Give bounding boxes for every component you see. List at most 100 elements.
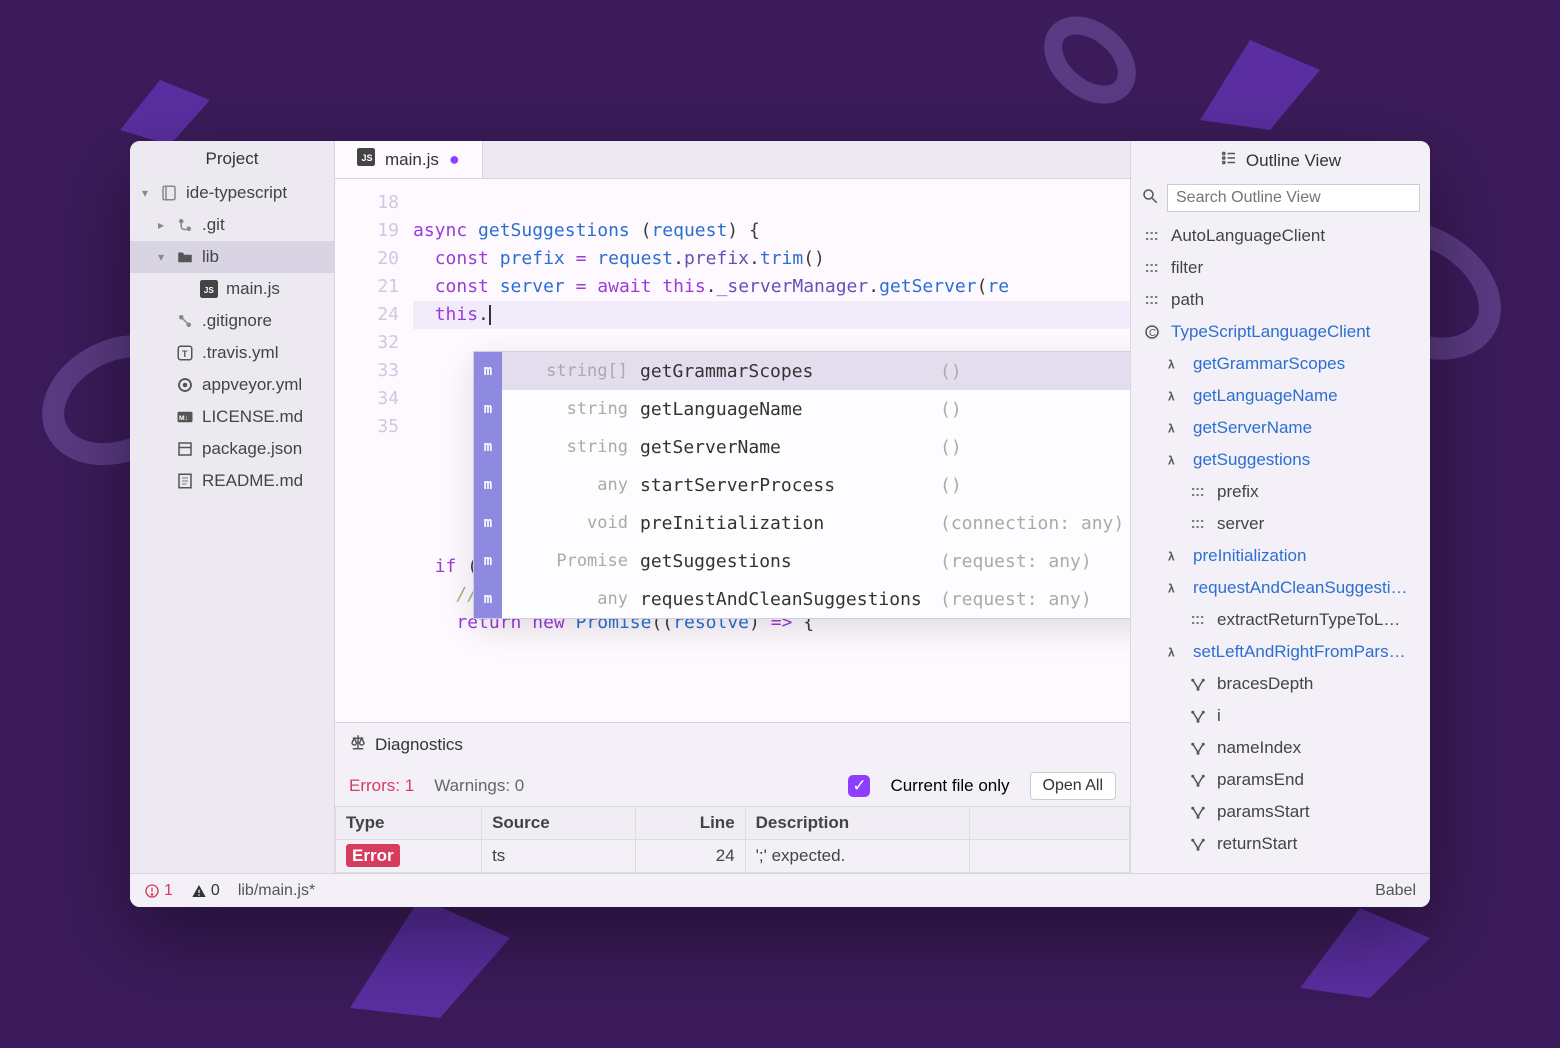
- chevron-down-icon: ▾: [154, 250, 168, 264]
- diagnostics-title: Diagnostics: [375, 735, 463, 755]
- method-icon: m: [474, 466, 502, 504]
- errors-count[interactable]: Errors: 1: [349, 776, 414, 796]
- outline-search-input[interactable]: [1167, 184, 1420, 212]
- tree-item-label: package.json: [202, 439, 302, 459]
- svg-text:JS: JS: [362, 153, 373, 163]
- warnings-count[interactable]: Warnings: 0: [434, 776, 524, 796]
- current-file-checkbox[interactable]: ✓: [848, 775, 870, 797]
- var-icon: [1187, 675, 1209, 693]
- svg-text:λ: λ: [1168, 454, 1175, 468]
- tree-item[interactable]: ▾ lib: [130, 241, 334, 273]
- outline-item-label: filter: [1171, 258, 1203, 278]
- autocomplete-item[interactable]: m Promise getSuggestions (request: any): [474, 542, 1130, 580]
- tree-item-label: lib: [202, 247, 219, 267]
- outline-item[interactable]: λrequestAndCleanSuggesti…: [1137, 572, 1424, 604]
- outline-item-label: i: [1217, 706, 1221, 726]
- tab-main-js[interactable]: JS main.js ●: [335, 141, 483, 178]
- svg-text:C: C: [1149, 328, 1156, 339]
- autocomplete-item[interactable]: m void preInitialization (connection: an…: [474, 504, 1130, 542]
- search-icon[interactable]: [1141, 187, 1159, 210]
- outline-item[interactable]: paramsEnd: [1137, 764, 1424, 796]
- outline-item[interactable]: CTypeScriptLanguageClient: [1137, 316, 1424, 348]
- outline-item[interactable]: prefix: [1137, 476, 1424, 508]
- method-icon: λ: [1163, 355, 1185, 373]
- sidebar-title: Project: [130, 141, 334, 177]
- tree-item-label: LICENSE.md: [202, 407, 303, 427]
- var-icon: [1187, 835, 1209, 853]
- svg-text:λ: λ: [1168, 422, 1175, 436]
- appveyor-icon: [174, 376, 196, 394]
- tab-label: main.js: [385, 150, 439, 170]
- tree-item[interactable]: ▸.git: [130, 209, 334, 241]
- const-icon: [1141, 259, 1163, 277]
- method-icon: λ: [1163, 419, 1185, 437]
- diagnostics-panel: Diagnostics Errors: 1 Warnings: 0 ✓ Curr…: [335, 722, 1130, 873]
- project-sidebar: Project ▾ide-typescript▸.git ▾ lib JSmain.j…: [130, 141, 335, 873]
- autocomplete-item[interactable]: m any requestAndCleanSuggestions (reques…: [474, 580, 1130, 618]
- outline-item[interactable]: returnStart: [1137, 828, 1424, 860]
- tree-item-label: .git: [202, 215, 225, 235]
- outline-item[interactable]: λ getServerName: [1137, 412, 1424, 444]
- col-description[interactable]: Description: [745, 807, 969, 840]
- list-icon: [1220, 149, 1238, 172]
- autocomplete-item[interactable]: m string getServerName (): [474, 428, 1130, 466]
- outline-item-label: nameIndex: [1217, 738, 1301, 758]
- status-grammar[interactable]: Babel: [1375, 882, 1416, 900]
- diagnostic-row[interactable]: Error ts 24 ';' expected.: [336, 840, 1130, 873]
- outline-item[interactable]: extractReturnTypeToL…: [1137, 604, 1424, 636]
- tree-item[interactable]: .gitignore: [130, 305, 334, 337]
- outline-item[interactable]: λgetGrammarScopes: [1137, 348, 1424, 380]
- const-icon: [1141, 291, 1163, 309]
- svg-text:λ: λ: [1168, 390, 1175, 404]
- autocomplete-item[interactable]: m string[] getGrammarScopes (): [474, 352, 1130, 390]
- outline-item-label: bracesDepth: [1217, 674, 1313, 694]
- tree-item[interactable]: README.md: [130, 465, 334, 497]
- method-icon: m: [474, 504, 502, 542]
- outline-item[interactable]: path: [1137, 284, 1424, 316]
- tab-bar: JS main.js ●: [335, 141, 1130, 179]
- tree-item[interactable]: appveyor.yml: [130, 369, 334, 401]
- outline-item[interactable]: λpreInitialization: [1137, 540, 1424, 572]
- outline-item[interactable]: server: [1137, 508, 1424, 540]
- tree-item[interactable]: M↓LICENSE.md: [130, 401, 334, 433]
- tree-item[interactable]: ▾ide-typescript: [130, 177, 334, 209]
- outline-item[interactable]: i: [1137, 700, 1424, 732]
- outline-item-label: returnStart: [1217, 834, 1297, 854]
- code-editor[interactable]: 181920212432333435 async getSuggestions …: [335, 179, 1130, 722]
- tree-item[interactable]: package.json: [130, 433, 334, 465]
- outline-item[interactable]: λgetLanguageName: [1137, 380, 1424, 412]
- open-all-button[interactable]: Open All: [1030, 772, 1116, 800]
- tree-item[interactable]: JSmain.js: [130, 273, 334, 305]
- tree-item-label: .gitignore: [202, 311, 272, 331]
- outline-item[interactable]: λsetLeftAndRightFromPars…: [1137, 636, 1424, 668]
- folder-icon: [174, 248, 196, 266]
- col-line[interactable]: Line: [636, 807, 746, 840]
- outline-item-label: getServerName: [1193, 418, 1312, 438]
- editor-pane: JS main.js ● 181920212432333435 async ge…: [335, 141, 1130, 873]
- outline-item[interactable]: paramsStart: [1137, 796, 1424, 828]
- method-icon: λ: [1163, 643, 1185, 661]
- var-icon: [1187, 803, 1209, 821]
- outline-item[interactable]: nameIndex: [1137, 732, 1424, 764]
- outline-item[interactable]: λgetSuggestions: [1137, 444, 1424, 476]
- diagnostics-table: Type Source Line Description Error ts 24…: [335, 806, 1130, 873]
- status-path[interactable]: lib/main.js*: [238, 882, 315, 900]
- outline-item[interactable]: bracesDepth: [1137, 668, 1424, 700]
- class-icon: C: [1141, 323, 1163, 341]
- method-icon: m: [474, 428, 502, 466]
- status-errors[interactable]: 1: [144, 882, 173, 900]
- method-icon: m: [474, 580, 502, 618]
- svg-text:λ: λ: [1168, 646, 1175, 660]
- outline-item-label: AutoLanguageClient: [1171, 226, 1325, 246]
- tree-item[interactable]: T.travis.yml: [130, 337, 334, 369]
- status-warnings[interactable]: 0: [191, 882, 220, 900]
- tree-item-label: main.js: [226, 279, 280, 299]
- col-source[interactable]: Source: [482, 807, 636, 840]
- outline-item[interactable]: filter: [1137, 252, 1424, 284]
- travis-icon: T: [174, 344, 196, 362]
- col-type[interactable]: Type: [336, 807, 482, 840]
- autocomplete-item[interactable]: m any startServerProcess (): [474, 466, 1130, 504]
- outline-item[interactable]: AutoLanguageClient: [1137, 220, 1424, 252]
- var-icon: [1187, 707, 1209, 725]
- autocomplete-item[interactable]: m string getLanguageName (): [474, 390, 1130, 428]
